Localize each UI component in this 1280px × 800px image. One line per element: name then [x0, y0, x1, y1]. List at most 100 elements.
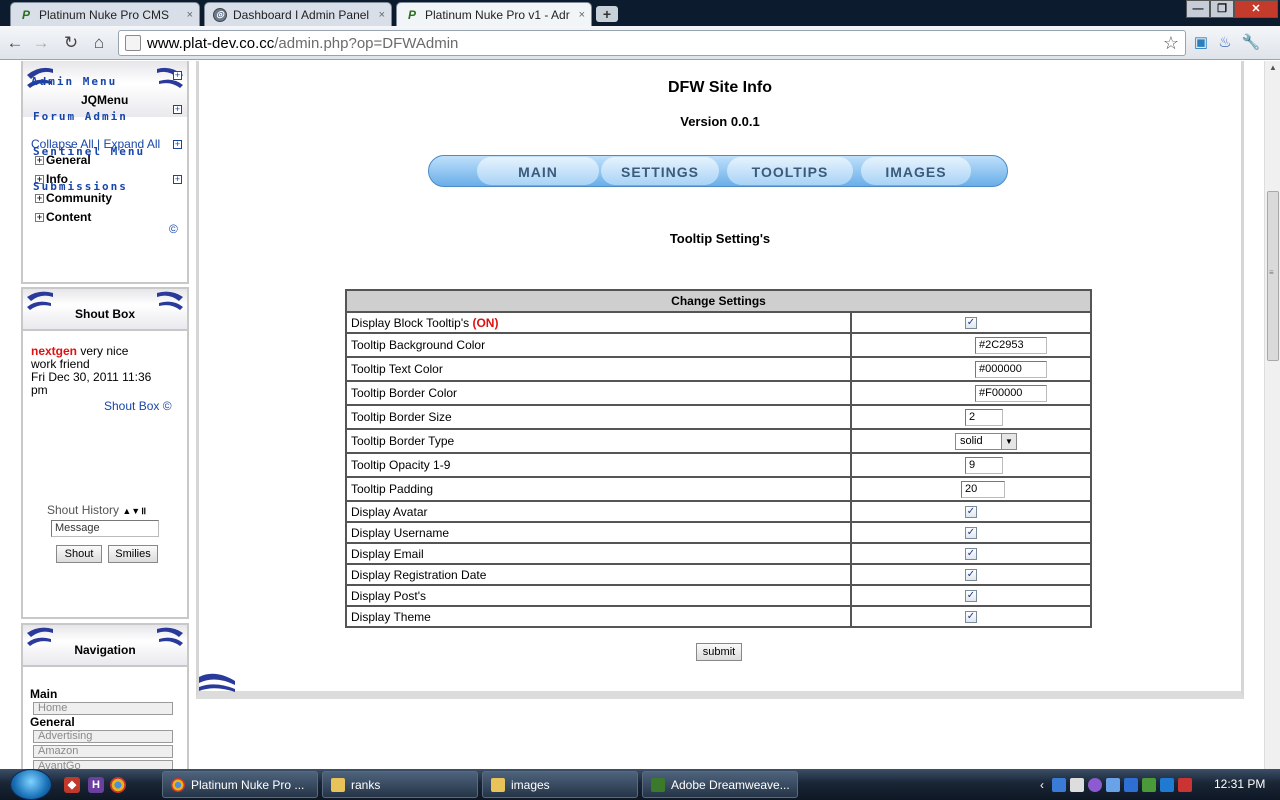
tray-app-icon[interactable] [1106, 777, 1120, 792]
close-tab-icon[interactable]: × [379, 9, 385, 21]
shout-text-line2: work friend [31, 357, 90, 371]
shout-button[interactable]: Shout [56, 545, 102, 563]
chrome-icon[interactable] [110, 777, 126, 793]
display-email-checkbox[interactable]: ✓ [965, 548, 977, 561]
network-icon[interactable] [1160, 777, 1174, 792]
nav-item-avantgo[interactable]: AvantGo [33, 760, 173, 769]
nav-item-advertising[interactable]: Advertising [33, 730, 173, 743]
shout-message-input[interactable]: Message [51, 520, 159, 537]
scroll-up-icon[interactable]: ▲ [1269, 63, 1277, 72]
tree-item-general[interactable]: + General [35, 153, 91, 167]
tab-settings[interactable]: SETTINGS [601, 157, 719, 185]
tree-expand-icon[interactable]: + [35, 193, 44, 203]
volume-icon[interactable] [1178, 777, 1192, 792]
taskbar-button-chrome[interactable]: Platinum Nuke Pro ... [162, 771, 318, 798]
globe-icon: ◎ [213, 7, 227, 22]
back-arrow-icon[interactable]: ← [4, 32, 26, 54]
setting-label: Display Username [345, 521, 852, 544]
setting-label: Tooltip Border Size [345, 404, 852, 430]
expand-plus-icon[interactable]: + [173, 105, 182, 114]
border-type-select[interactable]: solid ▼ [955, 432, 1017, 450]
setting-label: Tooltip Background Color [345, 332, 852, 358]
setting-value: ✓ [850, 500, 1092, 523]
tab-tooltips[interactable]: TOOLTIPS [727, 157, 853, 185]
window-close-button[interactable]: ✕ [1234, 0, 1278, 18]
page-scrollbar[interactable]: ▲ ≡ [1264, 61, 1280, 769]
shoutbox-footer-link[interactable]: Shout Box © [104, 399, 172, 413]
display-avatar-checkbox[interactable]: ✓ [965, 506, 977, 519]
display-registration-date-checkbox[interactable]: ✓ [965, 569, 977, 582]
taskbar-button-dreamweaver[interactable]: Adobe Dreamweave... [642, 771, 798, 798]
arrow-up-icon[interactable]: ▲ [122, 506, 131, 516]
smilies-button[interactable]: Smilies [108, 545, 158, 563]
reload-icon[interactable]: ↻ [60, 32, 82, 54]
tree-expand-icon[interactable]: + [35, 212, 44, 222]
nav-item-amazon[interactable]: Amazon [33, 745, 173, 758]
browser-toolbar: ← → ↻ ⌂ www.plat-dev.co.cc /admin.php?op… [0, 26, 1280, 60]
tray-app-icon[interactable] [1052, 777, 1066, 792]
tree-item-community[interactable]: + Community [35, 191, 112, 205]
tray-app-icon[interactable] [1070, 777, 1084, 792]
padding-input[interactable]: 20 [961, 480, 1005, 498]
extension-icon[interactable]: ▣ [1190, 32, 1212, 54]
tab-images[interactable]: IMAGES [861, 157, 971, 185]
browser-tab-title: Platinum Nuke Pro v1 - Adr [425, 7, 570, 22]
tray-app-icon[interactable] [1142, 777, 1156, 792]
taskbar-button-images[interactable]: images [482, 771, 638, 798]
expand-plus-icon[interactable]: + [173, 140, 182, 149]
close-tab-icon[interactable]: × [579, 9, 585, 21]
browser-tab-1[interactable]: P Platinum Nuke Pro CMS × [10, 2, 200, 26]
border-size-input[interactable]: 2 [965, 408, 1003, 426]
wrench-icon[interactable]: 🔧 [1240, 32, 1262, 54]
home-icon[interactable]: ⌂ [88, 32, 110, 54]
forum-admin-link[interactable]: Forum Admin [33, 110, 128, 123]
shout-history: Shout History ▲▼॥ [47, 503, 146, 517]
tab-main[interactable]: MAIN [477, 157, 599, 185]
windows-start-icon[interactable] [10, 769, 52, 800]
display-posts-checkbox[interactable]: ✓ [965, 590, 977, 603]
expand-plus-icon[interactable]: + [173, 175, 182, 184]
shout-author[interactable]: nextgen [31, 344, 77, 358]
extension-flame-icon[interactable]: ♨ [1214, 32, 1236, 54]
minimize-button[interactable]: — [1186, 0, 1210, 18]
text-color-input[interactable]: #000000 [975, 360, 1047, 378]
bookmark-star-icon[interactable]: ☆ [1163, 33, 1179, 54]
expand-plus-icon[interactable]: + [173, 71, 182, 80]
display-theme-checkbox[interactable]: ✓ [965, 611, 977, 624]
setting-label: Display Email [345, 542, 852, 565]
folder-icon [491, 777, 505, 792]
taskbar-button-ranks[interactable]: ranks [322, 771, 478, 798]
maximize-button[interactable]: ❐ [1210, 0, 1234, 18]
table-row: Tooltip Border Size 2 [345, 404, 1092, 430]
border-color-input[interactable]: #F00000 [975, 384, 1047, 402]
block-tooltips-checkbox[interactable]: ✓ [965, 317, 977, 330]
quicklaunch-app-icon[interactable]: ◆ [64, 777, 80, 793]
display-username-checkbox[interactable]: ✓ [965, 527, 977, 540]
tree-item-content[interactable]: + Content [35, 210, 91, 224]
arrow-down-icon[interactable]: ▼ [131, 506, 140, 516]
close-tab-icon[interactable]: × [187, 9, 193, 21]
shout-history-link[interactable]: Shout History [47, 503, 119, 517]
browser-tab-3-active[interactable]: P Platinum Nuke Pro v1 - Adr × [396, 2, 592, 26]
pause-icon[interactable]: ॥ [140, 506, 146, 517]
forward-arrow-icon[interactable]: → [30, 32, 52, 54]
border-type-value: solid [960, 435, 983, 447]
admin-menu-link[interactable]: Admin Menu [31, 75, 117, 88]
copyright-link[interactable]: © [169, 222, 178, 236]
chevron-down-icon[interactable]: ▼ [1001, 433, 1016, 449]
background-color-input[interactable]: #2C2953 [975, 336, 1047, 354]
block-tooltips-label: Display Block Tooltip's [351, 315, 470, 330]
taskbar-clock[interactable]: 12:31 PM [1214, 777, 1265, 791]
tree-expand-icon[interactable]: + [35, 155, 44, 165]
browser-tab-2[interactable]: ◎ Dashboard I Admin Panel × [204, 2, 392, 26]
quicklaunch-app-icon[interactable]: H [88, 777, 104, 793]
submit-button[interactable]: submit [696, 643, 742, 661]
opacity-input[interactable]: 9 [965, 456, 1003, 474]
setting-label: Display Block Tooltip's (ON) [345, 311, 852, 334]
address-bar[interactable]: www.plat-dev.co.cc /admin.php?op=DFWAdmi… [118, 30, 1186, 56]
tray-app-icon[interactable] [1088, 777, 1102, 792]
new-tab-button[interactable]: + [596, 6, 618, 22]
nav-item-home[interactable]: Home [33, 702, 173, 715]
tray-app-icon[interactable] [1124, 777, 1138, 792]
tray-expand-icon[interactable]: ‹ [1040, 778, 1044, 792]
